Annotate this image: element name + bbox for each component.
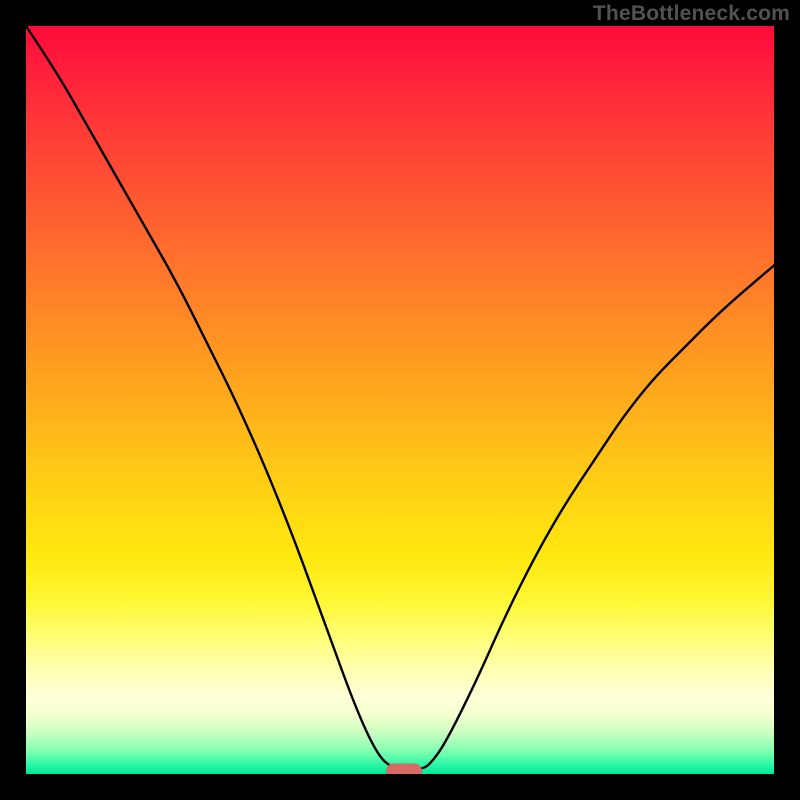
plot-area [26, 26, 774, 774]
watermark-text: TheBottleneck.com [593, 2, 790, 26]
bottleneck-curve [26, 26, 774, 770]
optimal-point-marker [386, 764, 422, 775]
curve-layer [26, 26, 774, 774]
chart-frame: TheBottleneck.com [0, 0, 800, 800]
